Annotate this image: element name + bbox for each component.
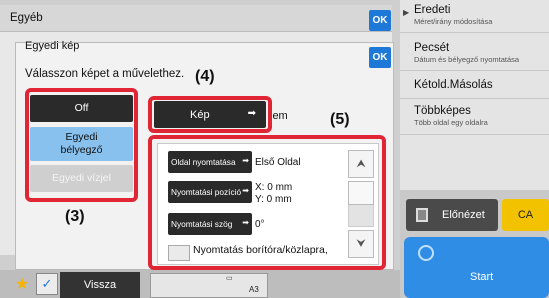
function-subtitle: Dátum és bélyegző nyomtatása	[414, 55, 520, 64]
check-icon[interactable]: ✓	[36, 273, 58, 295]
dialog-title: Egyéb	[10, 12, 43, 24]
start-icon	[418, 245, 434, 261]
star-icon[interactable]: ★	[12, 273, 32, 295]
ok-button-inner[interactable]: OK	[369, 47, 391, 68]
start-label: Start	[470, 271, 494, 283]
function-duplex[interactable]: Kétold.Másolás	[400, 71, 549, 99]
preview-icon	[416, 208, 428, 222]
function-title: Eredeti	[414, 4, 451, 16]
paper-size-label: A3	[249, 285, 259, 294]
annotation-box-4	[148, 96, 272, 133]
function-title: Pecsét	[414, 42, 450, 54]
function-title: Kétold.Másolás	[414, 79, 493, 91]
dialog-prompt: Válasszon képet a művelethez.	[25, 68, 185, 80]
annotation-box-5	[148, 135, 386, 270]
annotation-label-3: (3)	[65, 208, 85, 225]
function-title: Többképes	[414, 105, 471, 117]
clear-all-button[interactable]: CA	[502, 199, 549, 231]
annotation-label-5: (5)	[330, 111, 350, 128]
function-subtitle: Több oldal egy oldalra	[414, 118, 488, 127]
function-nup[interactable]: Többképes Több oldal egy oldalra	[400, 99, 549, 135]
start-button[interactable]: Start	[404, 237, 549, 298]
function-original[interactable]: ▶ Eredeti Méret/irány módosítása	[400, 0, 549, 33]
dialog-header: Egyéb	[0, 5, 392, 32]
back-button[interactable]: Vissza	[60, 272, 140, 298]
annotation-label-4: (4)	[195, 68, 215, 85]
function-stamp[interactable]: Pecsét Dátum és bélyegző nyomtatása	[400, 33, 549, 71]
preview-button[interactable]: Előnézet	[406, 199, 498, 231]
preview-label: Előnézet	[442, 209, 485, 221]
paper-tray-icon: ▭	[226, 275, 233, 282]
dialog-title: Egyedi kép	[25, 40, 80, 52]
function-subtitle: Méret/irány módosítása	[414, 17, 493, 26]
ok-button-outer[interactable]: OK	[369, 10, 391, 31]
element-text: lem	[270, 110, 288, 122]
annotation-box-3	[25, 88, 138, 202]
play-arrow-icon: ▶	[403, 8, 410, 17]
